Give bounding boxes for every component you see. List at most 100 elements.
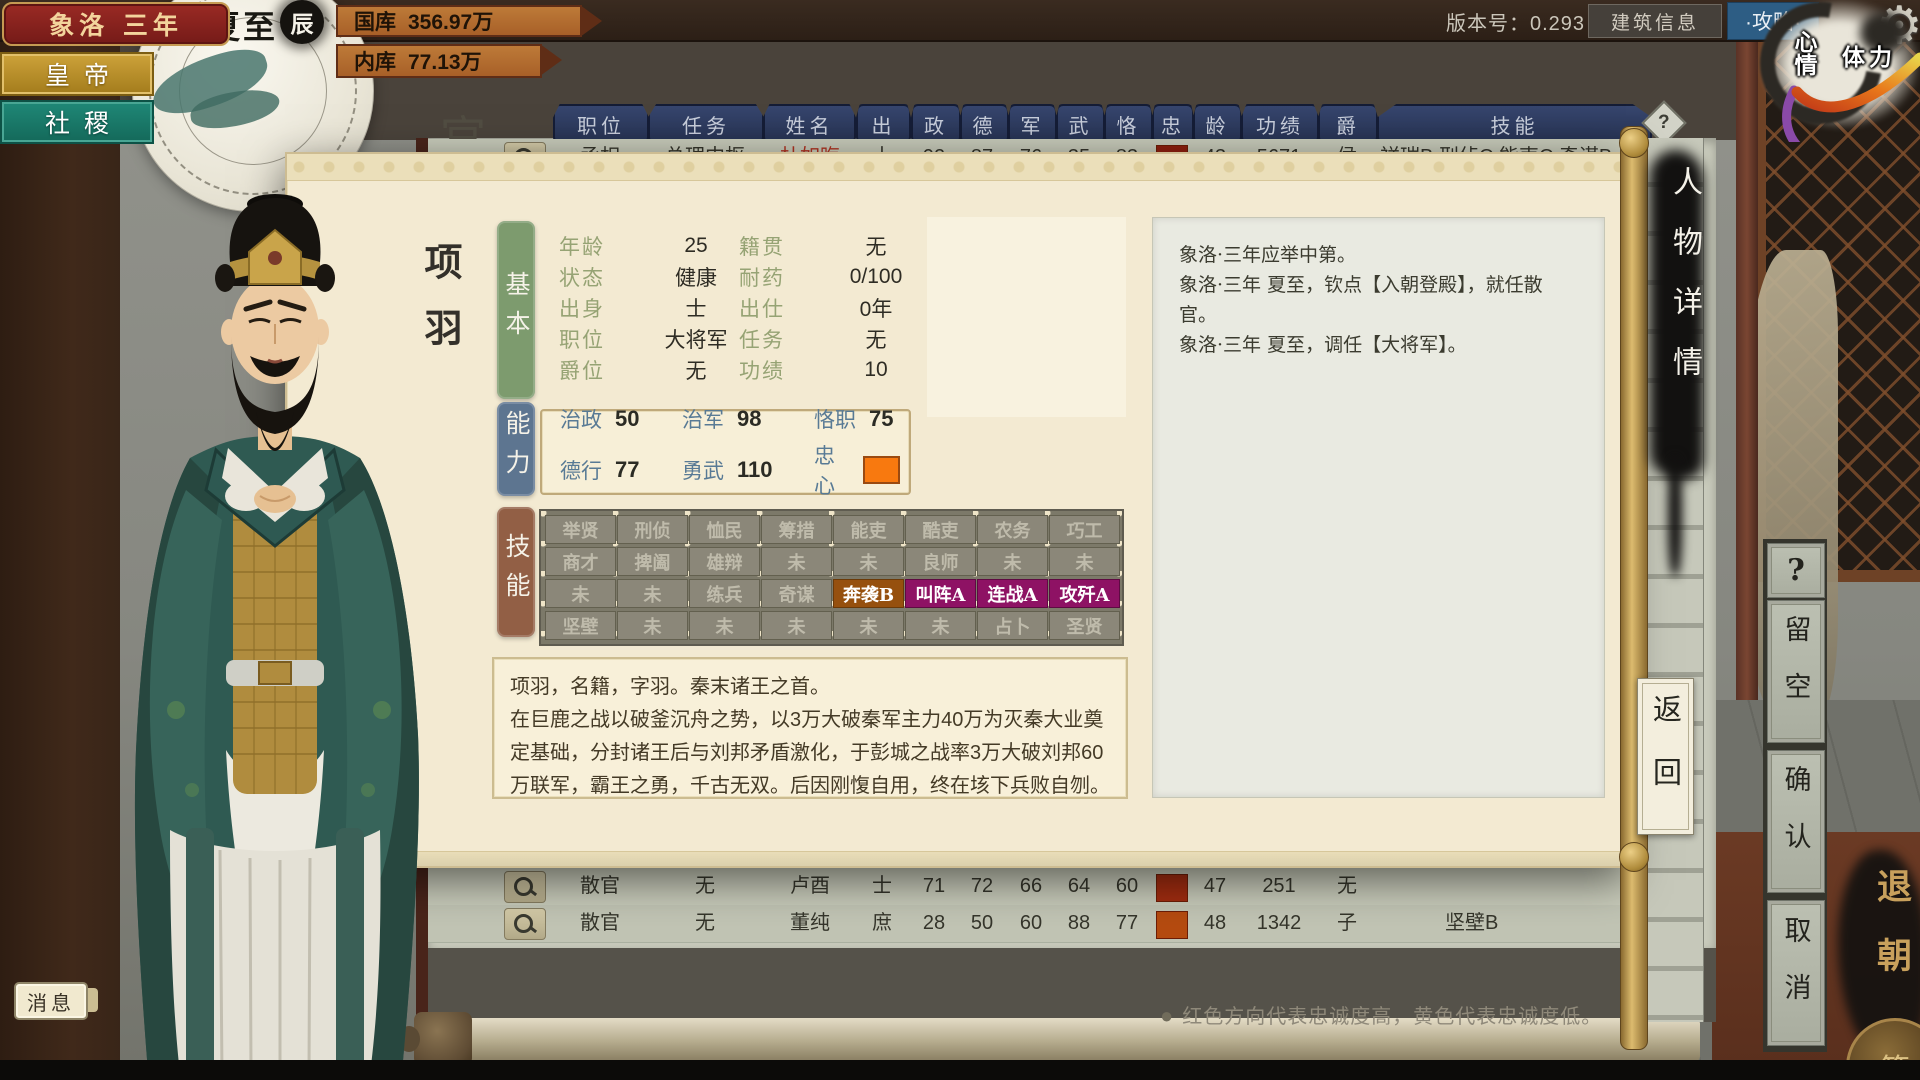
hour-badge: 辰 [280,0,324,44]
skill-chip: 奇谋 [761,579,832,608]
field-label: 功绩 [739,355,805,385]
skill-chip: 连战A [977,579,1048,608]
cell-war: 64 [1056,874,1102,899]
cell-military: 66 [1008,874,1054,899]
field-label: 年龄 [559,231,625,261]
tab-skill[interactable]: 技能 [497,507,535,637]
history-line: 象洛·三年 夏至，钦点【入朝登殿】，就任散官。 [1179,270,1578,330]
column-header-task[interactable]: 任务 [648,104,764,144]
skill-chip: 能吏 [833,515,904,544]
skill-chip: 良师 [905,547,976,576]
skill-chip: 刑侦 [617,515,688,544]
national-treasury-banner: 国库 356.97万 [336,5,582,37]
cell-military: 60 [1008,911,1054,936]
ability-label: 治军 [682,404,724,434]
skill-chip: 恤民 [689,515,760,544]
cell-task: 无 [650,874,760,899]
ability-value: 77 [615,457,639,483]
column-header-merit[interactable]: 功绩 [1241,104,1319,144]
tab-ability[interactable]: 能力 [497,402,535,496]
mood-label: 心情 [1786,30,1820,76]
cell-virtue: 72 [959,874,1005,899]
help-button[interactable]: ? [1767,543,1825,598]
biography-box: 项羽，名籍，字羽。秦末诸王之首。 在巨鹿之战以破釜沉舟之势，以3万大破秦军主力4… [492,657,1128,799]
table-row[interactable]: 散官 无 董纯 庶 28 50 60 88 77 48 1342 子 坚壁B [428,905,1700,943]
history-line: 象洛·三年应举中第。 [1179,240,1578,270]
skill-chip: 圣贤 [1049,611,1120,640]
keep-empty-button[interactable]: 留空 [1767,600,1825,743]
column-header-gov[interactable]: 政 [911,104,961,144]
dialog-ornate-band-bottom [287,851,1624,866]
field-label: 出身 [559,293,625,323]
privy-value: 77.13万 [408,46,482,76]
table-row[interactable]: 散官 无 卢酉 士 71 72 66 64 60 47 251 无 [428,868,1700,906]
tab-basic[interactable]: 基本 [497,221,535,399]
skill-chip: 未 [761,547,832,576]
mood-stamina-widget[interactable]: 心情 体力 [1742,0,1920,142]
ability-value: 75 [869,406,893,432]
dialog-title-banner: 人物详情 [1648,146,1708,514]
back-button[interactable]: 返回 [1637,678,1694,835]
message-button[interactable]: 消息 [14,982,88,1020]
column-header-war[interactable]: 武 [1056,104,1105,144]
scroll-knob [1619,128,1649,158]
building-info-button[interactable]: 建筑信息 [1588,4,1722,38]
character-portrait [130,190,430,1075]
skill-chip: 未 [833,611,904,640]
sidebar-item-emperor[interactable]: 皇帝 [0,52,154,96]
column-header-origin[interactable]: 出 [856,104,911,144]
ability-value: 98 [737,406,761,432]
history-panel: 象洛·三年应举中第。 象洛·三年 夏至，钦点【入朝登殿】，就任散官。 象洛·三年… [1152,217,1605,798]
skill-chip: 未 [905,611,976,640]
cell-virtue: 50 [959,911,1005,936]
column-header-skills[interactable]: 技能 [1377,104,1652,144]
stamina-label: 体力 [1842,38,1896,72]
cell-peerage: 子 [1317,911,1377,936]
skill-chip: 未 [617,579,688,608]
skill-chip: 巧工 [1049,515,1120,544]
dialog-title: 人物详情 [1662,166,1706,496]
column-header-position[interactable]: 职位 [553,104,649,144]
cell-peerage: 无 [1317,874,1377,899]
column-header-age[interactable]: 龄 [1193,104,1242,144]
privy-purse-banner: 内库 77.13万 [336,44,542,78]
cell-duty: 60 [1104,874,1150,899]
field-value: 10 [805,358,947,382]
history-line: 象洛·三年 夏至，调任【大将军】。 [1179,330,1578,360]
version-label: 版本号：0.293 [1446,7,1585,36]
sidebar-item-shrine[interactable]: 社稷 [0,100,154,144]
skill-grid: 举贤 刑侦 恤民 筹措 能吏 酷吏 农务 巧工 商才 捭阖 雄辩 未 未 良师 … [539,509,1124,646]
character-detail-dialog: 项羽 基本 能力 技能 年龄25 状态健康 出身士 职位大将军 爵位无 籍贯无 … [285,152,1626,868]
cell-war: 88 [1056,911,1102,936]
column-header-loyalty[interactable]: 忠 [1152,104,1194,144]
loyalty-swatch [863,456,900,484]
column-header-peerage[interactable]: 爵 [1318,104,1378,144]
column-header-military[interactable]: 军 [1008,104,1057,144]
skill-chip: 叫阵A [905,579,976,608]
column-header-name[interactable]: 姓名 [763,104,856,144]
cell-origin: 庶 [857,911,907,936]
field-value: 0/100 [805,265,947,289]
confirm-button[interactable]: 确认 [1767,750,1825,893]
loyalty-hint: ●红色方向代表忠诚度高，黄色代表忠诚度低。 [1160,1000,1602,1029]
cell-position: 散官 [545,874,655,899]
bio-line: 在巨鹿之战以破釜沉舟之势，以3万大破秦军主力40万为灭秦大业奠定基础，分封诸王后… [510,704,1110,803]
cell-gov: 28 [911,911,957,936]
skill-chip: 未 [833,547,904,576]
column-header-virtue[interactable]: 德 [960,104,1009,144]
treasury-label: 国库 [354,6,396,36]
cell-merit: 1342 [1244,911,1314,936]
cell-age: 48 [1190,911,1240,936]
ability-label: 德行 [560,455,602,485]
field-label: 状态 [559,262,625,292]
skill-chip: 雄辩 [689,547,760,576]
bottom-letterbox [0,1060,1920,1080]
field-label: 出仕 [739,293,805,323]
inspect-magnifier-button[interactable] [504,908,546,940]
column-header-duty[interactable]: 恪 [1104,104,1153,144]
inspect-magnifier-button[interactable] [504,871,546,903]
field-label: 耐药 [739,262,805,292]
skill-chip: 未 [689,611,760,640]
cancel-button[interactable]: 取消 [1767,900,1825,1046]
loyalty-label: 忠心 [814,440,850,500]
